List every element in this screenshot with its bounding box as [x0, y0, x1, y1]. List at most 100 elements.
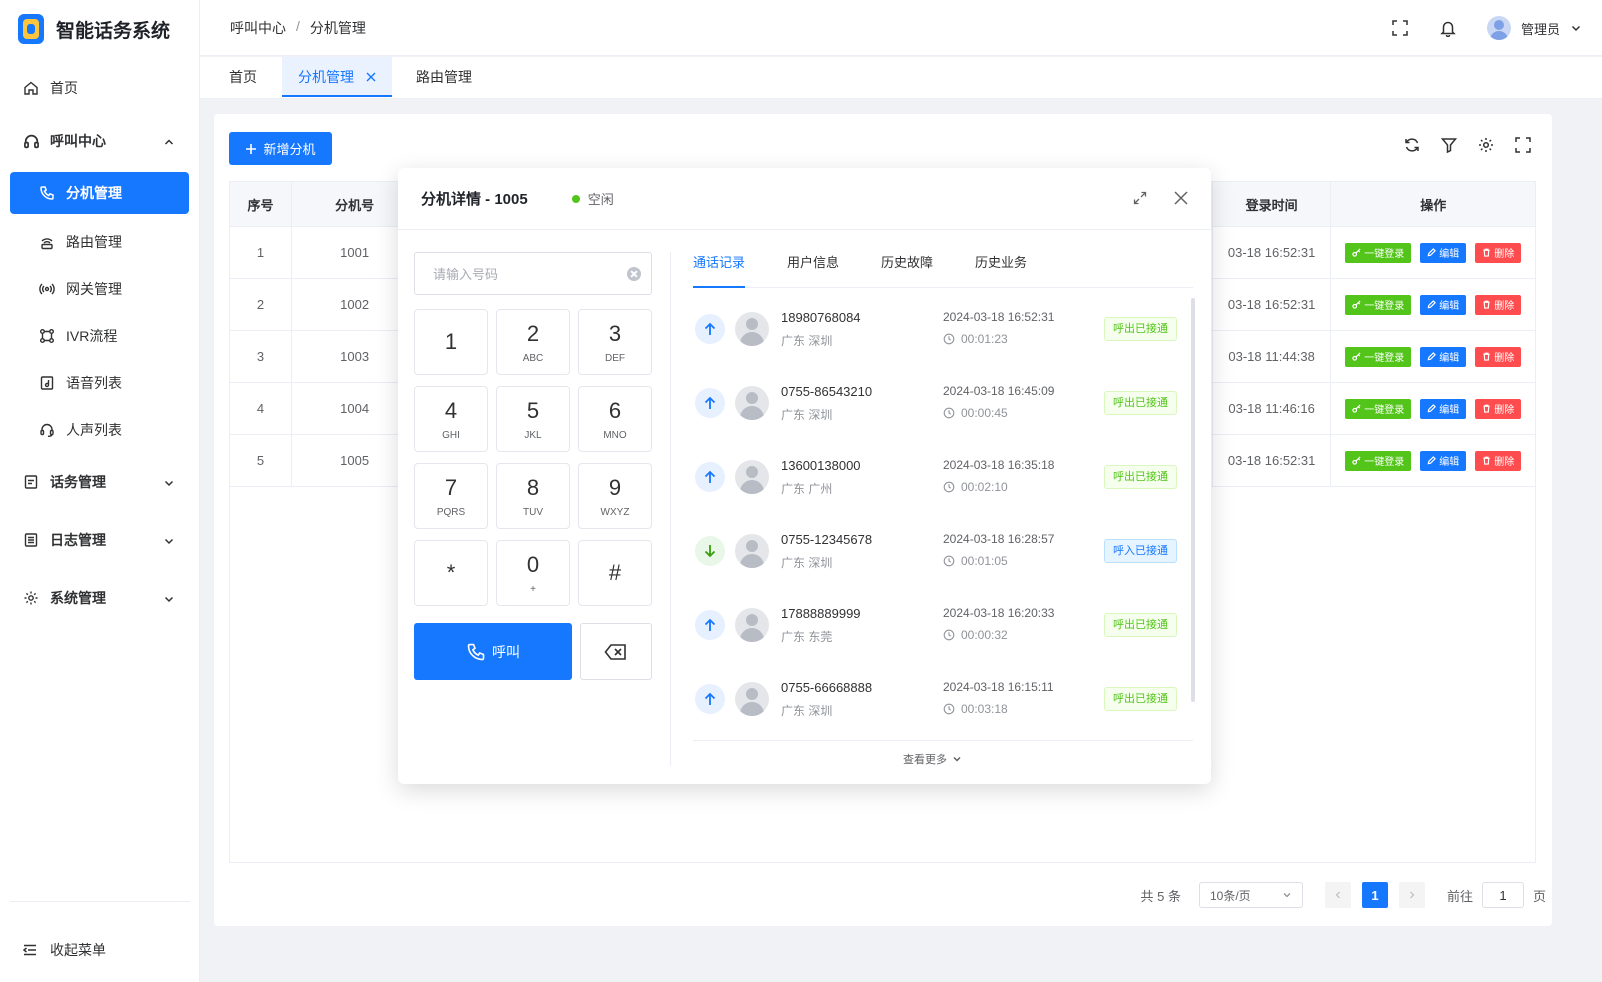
next-page-button[interactable] [1398, 882, 1425, 908]
delete-button[interactable]: 删除 [1475, 294, 1522, 315]
dial-key[interactable]: 6 MNO [578, 386, 652, 452]
delete-button[interactable]: 删除 [1475, 450, 1522, 471]
sidebar-group-logs[interactable]: 日志管理 [0, 511, 199, 569]
dial-key[interactable]: 0 + [496, 540, 570, 606]
add-extension-button[interactable]: 新增分机 [229, 132, 332, 165]
sidebar-group-system[interactable]: 系统管理 [0, 569, 199, 627]
sidebar-item-home[interactable]: 首页 [0, 64, 199, 112]
scrollbar[interactable] [1191, 298, 1195, 702]
fullscreen-icon[interactable] [1514, 136, 1532, 154]
dial-key[interactable]: 9 WXYZ [578, 463, 652, 529]
sidebar-menu: 首页 呼叫中心 分机管理 路由管理 网关管理 IVR流程 语音列表 人声列表 话… [0, 58, 199, 627]
op-label: 一键登录 [1364, 249, 1405, 260]
filter-icon[interactable] [1440, 136, 1458, 154]
tab-fault-history[interactable]: 历史故障 [881, 238, 933, 288]
list-item[interactable]: 0755-86543210 广东 深圳 2024-03-18 16:45:09 00:… [693, 366, 1193, 440]
fullscreen-icon[interactable] [1391, 19, 1409, 37]
record-number: 0755-66668888 [781, 680, 873, 695]
settings-icon[interactable] [1477, 136, 1495, 154]
breadcrumb-item[interactable]: 呼叫中心 [230, 18, 286, 38]
dial-key[interactable]: 7 PQRS [414, 463, 488, 529]
sidebar-item-ivr[interactable]: IVR流程 [0, 312, 199, 359]
view-more-button[interactable]: 查看更多 [903, 751, 962, 767]
sidebar-item-human-voice[interactable]: 人声列表 [0, 406, 199, 453]
sidebar-group-traffic[interactable]: 话务管理 [0, 453, 199, 511]
one-click-login-button[interactable]: 一键登录 [1345, 242, 1412, 263]
tab-extension[interactable]: 分机管理 [282, 57, 392, 97]
edit-button[interactable]: 编辑 [1420, 242, 1467, 263]
record-location: 广东 深圳 [781, 334, 833, 348]
tab-business-history[interactable]: 历史业务 [975, 238, 1027, 288]
chevron-down-icon [163, 592, 175, 604]
one-click-login-button[interactable]: 一键登录 [1345, 450, 1412, 471]
call-button[interactable]: 呼叫 [414, 623, 572, 680]
sidebar-item-extension[interactable]: 分机管理 [10, 172, 189, 214]
delete-button[interactable]: 删除 [1475, 346, 1522, 367]
dial-key[interactable]: # [578, 540, 652, 606]
page-size-select[interactable]: 10条/页 [1198, 882, 1303, 908]
one-click-login-button[interactable]: 一键登录 [1345, 398, 1412, 419]
list-item[interactable]: 18980768084 广东 深圳 2024-03-18 16:52:31 00:01… [693, 292, 1193, 366]
col-index: 序号 [228, 181, 293, 227]
list-item[interactable]: 13600138000 广东 广州 2024-03-18 16:35:18 00:02… [693, 440, 1193, 514]
tab-call-records[interactable]: 通话记录 [693, 238, 746, 288]
expand-icon[interactable] [1132, 190, 1148, 206]
broadcast-icon [38, 280, 56, 298]
page-number[interactable]: 1 [1361, 882, 1388, 908]
sidebar-item-gateway[interactable]: 网关管理 [0, 265, 199, 312]
user-menu[interactable]: 管理员 [1486, 16, 1582, 40]
dial-key[interactable]: 1 [414, 309, 488, 375]
record-number: 0755-86543210 [781, 384, 873, 399]
gear-icon [22, 589, 40, 607]
tab-user-info[interactable]: 用户信息 [787, 238, 839, 288]
status-dot-icon [571, 194, 580, 203]
delete-button[interactable]: 删除 [1475, 242, 1522, 263]
arrow-up-icon [695, 388, 725, 418]
dial-actions: 呼叫 [414, 623, 652, 680]
dial-key[interactable]: 5 JKL [496, 386, 570, 452]
tab-route[interactable]: 路由管理 [416, 57, 472, 97]
close-icon[interactable] [366, 57, 376, 82]
edit-button[interactable]: 编辑 [1420, 346, 1467, 367]
dial-key[interactable]: * [414, 540, 488, 606]
clear-icon[interactable] [627, 267, 641, 281]
sidebar-item-voice-list[interactable]: 语音列表 [0, 359, 199, 406]
avatar [735, 682, 769, 716]
dial-key-digit: 9 [608, 474, 622, 500]
dial-key[interactable]: 3 DEF [578, 309, 652, 375]
delete-button[interactable]: 删除 [1475, 398, 1522, 419]
dial-key[interactable]: 8 TUV [496, 463, 570, 529]
tab-home[interactable]: 首页 [229, 57, 257, 97]
edit-button[interactable]: 编辑 [1420, 450, 1467, 471]
collapse-menu-button[interactable]: 收起菜单 [22, 940, 106, 960]
backspace-button[interactable] [580, 623, 652, 680]
divider [693, 740, 1193, 741]
close-icon[interactable] [1173, 190, 1189, 206]
list-item[interactable]: 0755-12345678 广东 深圳 2024-03-18 16:28:57 00:… [693, 514, 1193, 588]
cell-ops: 一键登录 编辑 删除 [1330, 330, 1536, 383]
status-badge: 空闲 [571, 189, 614, 208]
dial-key-digit: 2 [526, 320, 540, 346]
key-icon [1352, 404, 1361, 413]
one-click-login-button[interactable]: 一键登录 [1345, 346, 1412, 367]
edit-button[interactable]: 编辑 [1420, 294, 1467, 315]
dial-key-digit: 3 [608, 320, 622, 346]
number-input[interactable]: 请输入号码 [414, 252, 652, 295]
one-click-login-button[interactable]: 一键登录 [1345, 294, 1412, 315]
dial-key[interactable]: 4 GHI [414, 386, 488, 452]
list-item[interactable]: 0755-66668888 广东 深圳 2024-03-18 16:15:11 00:… [693, 662, 1193, 736]
list-item[interactable]: 17888889999 广东 东莞 2024-03-18 16:20:33 00:00… [693, 588, 1193, 662]
refresh-icon[interactable] [1403, 136, 1421, 154]
sidebar-item-label: 语音列表 [66, 374, 122, 391]
goto-page-input[interactable]: 1 [1481, 882, 1524, 908]
chevron-down-icon [1282, 890, 1292, 900]
sidebar-item-label: IVR流程 [66, 327, 118, 344]
dial-key-digit: 0 [526, 551, 540, 577]
sidebar-item-route[interactable]: 路由管理 [0, 218, 199, 265]
cell-login-time: 03-18 16:52:31 [1211, 278, 1332, 331]
dial-key[interactable]: 2 ABC [496, 309, 570, 375]
prev-page-button[interactable] [1324, 882, 1351, 908]
bell-icon[interactable] [1439, 19, 1457, 37]
edit-button[interactable]: 编辑 [1420, 398, 1467, 419]
sidebar-group-call-center[interactable]: 呼叫中心 [0, 112, 199, 170]
